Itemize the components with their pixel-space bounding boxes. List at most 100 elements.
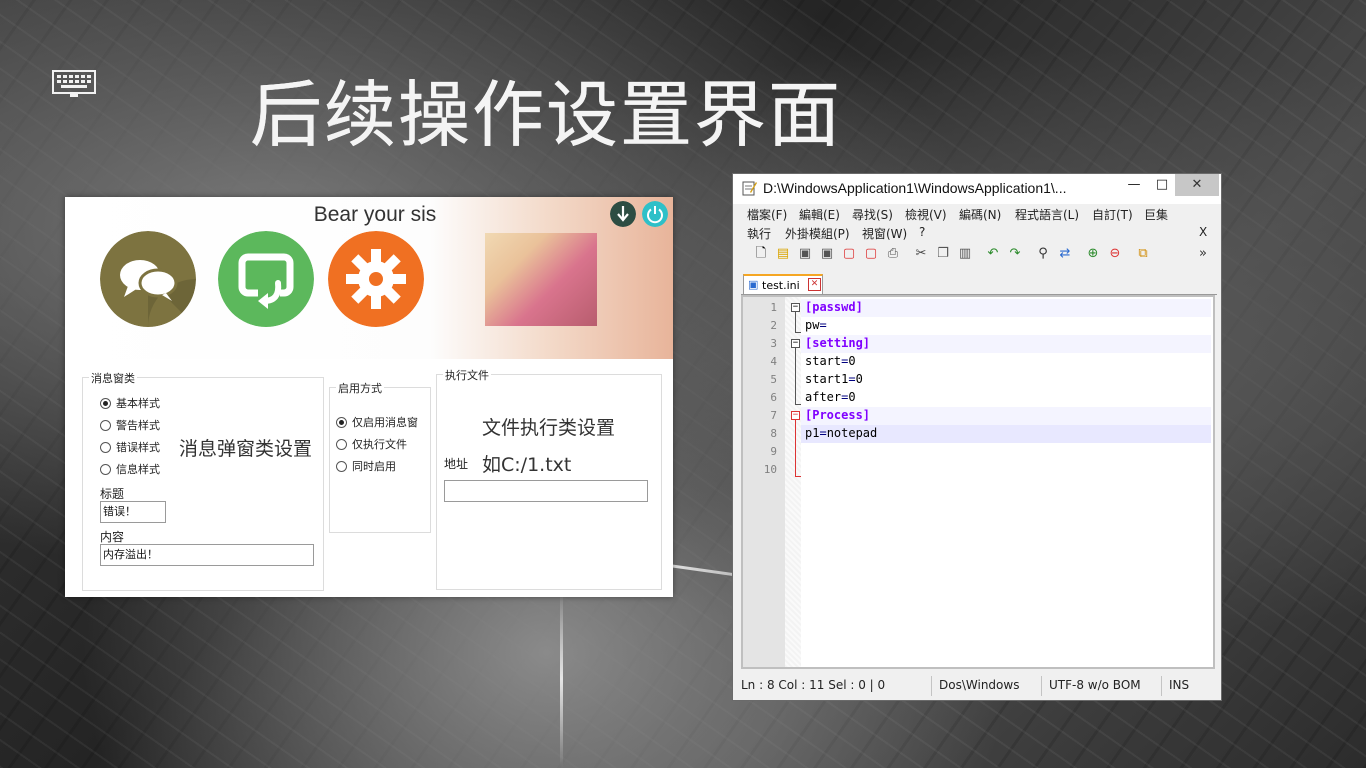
menu-help[interactable]: ? — [919, 225, 925, 239]
power-button[interactable] — [642, 201, 668, 227]
line-number: 1 — [770, 301, 777, 314]
download-button[interactable] — [610, 201, 636, 227]
menu-plugins[interactable]: 外掛模組(P) — [785, 225, 850, 242]
fold-guide-end — [795, 476, 801, 477]
radio-msg-only[interactable]: 仅启用消息窗 — [336, 414, 418, 430]
app-header: Bear your sis — [65, 197, 673, 359]
title-input[interactable]: 错误！ — [100, 501, 166, 523]
settings-gear-button[interactable] — [328, 231, 424, 327]
fold-toggle-icon[interactable]: − — [791, 303, 800, 312]
ini-section-line: [passwd] — [805, 300, 863, 314]
return-action-button[interactable] — [218, 231, 314, 327]
print-icon[interactable]: ⎙ — [885, 246, 901, 262]
app-title: Bear your sis — [313, 203, 437, 226]
message-section-caption: 消息弹窗类设置 — [179, 438, 313, 460]
address-input[interactable] — [444, 480, 648, 502]
close-button[interactable]: ✕ — [1175, 174, 1219, 196]
message-window-section: 消息窗类 基本样式 警告样式 错误样式 信息样式 消息弹窗类设置 标题 错误！ … — [82, 370, 324, 591]
redo-icon[interactable]: ↷ — [1007, 246, 1023, 262]
radio-error-style[interactable]: 错误样式 — [100, 439, 160, 455]
menu-settings[interactable]: 自訂(T) — [1092, 206, 1133, 223]
status-position: Ln : 8 Col : 11 Sel : 0 | 0 — [741, 678, 886, 692]
zoom-out-icon[interactable]: ⊖ — [1107, 246, 1123, 262]
line-number: 5 — [770, 373, 777, 386]
ini-key-line: start=0 — [805, 354, 856, 368]
radio-warning-style[interactable]: 警告样式 — [100, 417, 160, 433]
exec-section-legend: 执行文件 — [443, 367, 491, 383]
menu-run[interactable]: 執行 — [747, 225, 771, 242]
code-editor[interactable]: 1 [passwd] −2 pw= 3 [setting] −4 start=0 5 start1… — [741, 295, 1215, 669]
save-all-icon[interactable]: ▣ — [819, 246, 835, 262]
menu-edit[interactable]: 編輯(E) — [799, 206, 840, 223]
radio-dot — [100, 463, 111, 475]
sync-scroll-icon[interactable]: ⧉ — [1135, 246, 1151, 262]
find-icon[interactable]: ⚲ — [1035, 246, 1051, 262]
radio-dot — [336, 460, 347, 472]
fold-toggle-icon[interactable]: − — [791, 411, 800, 420]
page-heading: 后续操作设置界面 — [250, 73, 843, 157]
status-bar: Ln : 8 Col : 11 Sel : 0 | 0 Dos\Windows … — [733, 674, 1221, 700]
tab-bar: ▣ test.ini ✕ — [741, 274, 1217, 295]
enable-mode-section: 启用方式 仅启用消息窗 仅执行文件 同时启用 — [329, 380, 431, 533]
tab-close-icon[interactable]: ✕ — [808, 278, 821, 291]
line-number: 10 — [763, 463, 777, 476]
open-file-icon[interactable]: ▤ — [775, 246, 791, 262]
line-number: 2 — [770, 319, 777, 332]
fold-guide-line — [795, 312, 796, 332]
close-document-button[interactable]: X — [1199, 225, 1207, 239]
toolbar-overflow-icon[interactable]: » — [1195, 246, 1211, 262]
status-insert-mode: INS — [1169, 678, 1190, 692]
fold-margin — [785, 297, 801, 667]
ini-section-line: [setting] — [805, 336, 871, 350]
replace-icon[interactable]: ⇄ — [1057, 246, 1073, 262]
ini-key-line: p1=notepad — [805, 426, 878, 440]
npp-titlebar: D:\WindowsApplication1\WindowsApplicatio… — [733, 174, 1221, 204]
undo-icon[interactable]: ↶ — [985, 246, 1001, 262]
ini-section-line: [Process] — [805, 408, 871, 422]
tab-label: test.ini — [762, 279, 800, 292]
address-label: 地址 — [444, 457, 469, 471]
message-chat-button[interactable] — [100, 231, 196, 327]
line-number: 4 — [770, 355, 777, 368]
enable-section-legend: 启用方式 — [336, 380, 384, 396]
menu-window[interactable]: 視窗(W) — [862, 225, 907, 242]
zoom-in-icon[interactable]: ⊕ — [1085, 246, 1101, 262]
menu-search[interactable]: 尋找(S) — [852, 206, 893, 223]
tab-test-ini[interactable]: ▣ test.ini ✕ — [743, 274, 823, 294]
line-number-gutter — [743, 297, 785, 667]
menu-encoding[interactable]: 編碼(N) — [959, 206, 1001, 223]
light-streak-vertical — [560, 590, 563, 768]
radio-dot — [100, 397, 111, 409]
menu-view[interactable]: 檢視(V) — [905, 206, 947, 223]
maximize-button[interactable]: □ — [1147, 174, 1177, 196]
ini-key-line: after=0 — [805, 390, 856, 404]
save-icon[interactable]: ▣ — [797, 246, 813, 262]
content-label: 内容 — [100, 530, 125, 544]
line-number: 6 — [770, 391, 777, 404]
npp-title-text: D:\WindowsApplication1\WindowsApplicatio… — [763, 180, 1067, 196]
menu-file[interactable]: 檔案(F) — [747, 206, 787, 223]
menu-macro[interactable]: 巨集 — [1144, 206, 1168, 223]
cut-icon[interactable]: ✂ — [913, 246, 929, 262]
radio-info-style[interactable]: 信息样式 — [100, 461, 160, 477]
keyboard-icon[interactable] — [52, 70, 96, 98]
content-input[interactable]: 内存溢出！ — [100, 544, 314, 566]
line-number: 3 — [770, 337, 777, 350]
close-file-icon[interactable]: ▢ — [841, 246, 857, 262]
copy-icon[interactable]: ❐ — [935, 246, 951, 262]
paste-icon[interactable]: ▥ — [957, 246, 973, 262]
fold-toggle-icon[interactable]: − — [791, 339, 800, 348]
message-section-legend: 消息窗类 — [89, 370, 137, 386]
new-file-icon[interactable]: 🗋 — [753, 246, 769, 262]
close-all-icon[interactable]: ▢ — [863, 246, 879, 262]
fold-guide-line — [795, 420, 796, 476]
minimize-button[interactable]: — — [1119, 174, 1149, 196]
radio-basic-style[interactable]: 基本样式 — [100, 395, 160, 411]
radio-file-only[interactable]: 仅执行文件 — [336, 436, 407, 452]
radio-both[interactable]: 同时启用 — [336, 458, 396, 474]
notepad-plus-window: D:\WindowsApplication1\WindowsApplicatio… — [732, 173, 1222, 701]
exec-file-section: 执行文件 文件执行类设置 地址 如C:/1.txt — [436, 367, 662, 590]
menu-language[interactable]: 程式語言(L) — [1015, 206, 1079, 223]
fold-guide-end — [795, 404, 801, 405]
ini-key-line: start1=0 — [805, 372, 863, 386]
